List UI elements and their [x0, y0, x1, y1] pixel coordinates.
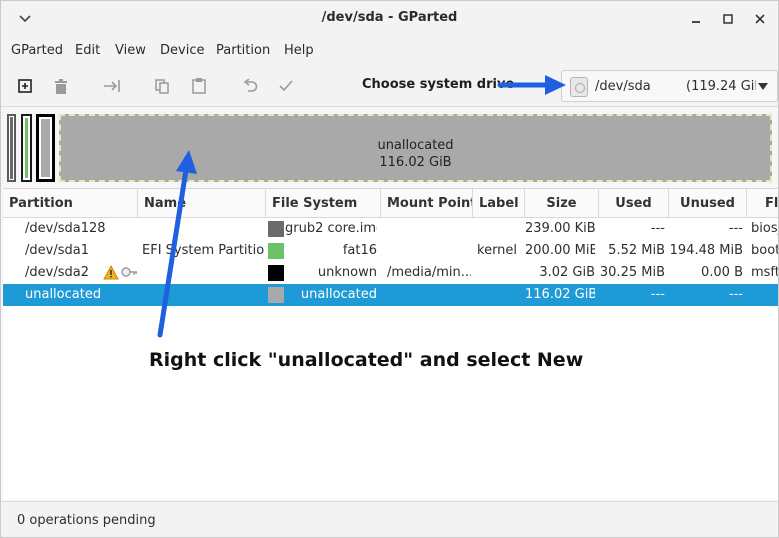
warning-icon: [103, 264, 137, 280]
cell-partition: /dev/sda2: [25, 265, 89, 280]
table-row[interactable]: /dev/sda128 grub2 core.img 239.00 KiB --…: [3, 218, 778, 240]
close-icon[interactable]: [750, 9, 770, 29]
device-selector[interactable]: /dev/sda (119.24 GiB): [561, 70, 778, 102]
menu-edit[interactable]: Edit: [75, 43, 100, 58]
disk-graphic: unallocated 116.02 GiB: [1, 108, 778, 186]
fs-color-swatch: [268, 221, 284, 237]
cell-used: 5.52 MiB: [608, 243, 665, 258]
cell-partition: /dev/sda1: [25, 243, 89, 258]
cell-size: 116.02 GiB: [525, 287, 595, 302]
status-bar: 0 operations pending: [1, 501, 778, 537]
paste-icon[interactable]: [189, 76, 209, 96]
minimize-icon[interactable]: [686, 9, 706, 29]
resize-move-icon[interactable]: [102, 76, 122, 96]
new-icon[interactable]: [15, 76, 35, 96]
menu-help[interactable]: Help: [284, 43, 314, 58]
instruction-annotation: Right click "unallocated" and select New: [149, 349, 584, 371]
device-size: (119.24 GiB): [686, 79, 756, 94]
cell-name: EFI System Partition: [142, 243, 264, 258]
cell-size: 239.00 KiB: [525, 221, 595, 236]
cell-size: 200.00 MiB: [525, 243, 595, 258]
device-path: /dev/sda: [595, 79, 651, 94]
toolbar: Choose system drive /dev/sda (119.24 GiB…: [1, 65, 778, 107]
dropdown-arrow-icon: [758, 83, 768, 90]
column-unused[interactable]: Unused: [669, 189, 747, 218]
title-bar: /dev/sda - GParted: [1, 1, 778, 37]
cell-size: 3.02 GiB: [539, 265, 595, 280]
choose-drive-annotation: Choose system drive: [362, 77, 515, 92]
table-header: Partition Name File System Mount Point L…: [3, 189, 778, 218]
apply-icon[interactable]: [276, 76, 296, 96]
column-file-system[interactable]: File System: [266, 189, 381, 218]
partition-table: Partition Name File System Mount Point L…: [3, 188, 778, 500]
cell-unused: ---: [728, 221, 743, 236]
cell-used: ---: [650, 221, 665, 236]
cell-used: ---: [650, 287, 665, 302]
column-partition[interactable]: Partition: [3, 189, 138, 218]
table-row-unallocated[interactable]: unallocated unallocated 116.02 GiB --- -…: [3, 284, 778, 306]
cell-file-system: unknown: [317, 265, 377, 280]
window-title: /dev/sda - GParted: [321, 10, 458, 25]
partition-block-sda2[interactable]: [36, 114, 55, 182]
column-name[interactable]: Name: [138, 189, 266, 218]
cell-file-system: unallocated: [300, 287, 377, 302]
fs-color-swatch: [268, 265, 284, 281]
cell-unused: ---: [728, 287, 743, 302]
cell-used: 30.25 MiB: [599, 265, 665, 280]
partition-block-sda1[interactable]: [21, 114, 32, 182]
unallocated-block-size: 116.02 GiB: [379, 155, 452, 170]
cell-file-system: fat16: [342, 243, 377, 258]
cell-flags: bios_grub: [751, 221, 778, 236]
maximize-icon[interactable]: [718, 9, 738, 29]
partition-block-unallocated[interactable]: unallocated 116.02 GiB: [59, 114, 772, 182]
menu-partition[interactable]: Partition: [216, 43, 270, 58]
menu-view[interactable]: View: [115, 43, 146, 58]
cell-unused: 194.48 MiB: [669, 243, 743, 258]
column-used[interactable]: Used: [599, 189, 669, 218]
cell-flags: msftdata: [751, 265, 778, 280]
hard-disk-icon: [570, 77, 588, 97]
operations-pending-text: 0 operations pending: [17, 513, 156, 528]
menu-device[interactable]: Device: [160, 43, 204, 58]
delete-icon[interactable]: [51, 76, 71, 96]
unallocated-block-label: unallocated: [377, 138, 454, 153]
table-row[interactable]: /dev/sda2 unknown /media/min... 3.02 GiB…: [3, 262, 778, 284]
table-row[interactable]: /dev/sda1 EFI System Partition fat16 ker…: [3, 240, 778, 262]
cell-unused: 0.00 B: [701, 265, 743, 280]
cell-flags: boot, esp: [751, 243, 778, 258]
column-label[interactable]: Label: [473, 189, 525, 218]
cell-partition: /dev/sda128: [25, 221, 106, 236]
cell-mount-point: /media/min...: [387, 265, 471, 280]
undo-icon[interactable]: [240, 76, 260, 96]
copy-icon[interactable]: [152, 76, 172, 96]
column-size[interactable]: Size: [525, 189, 599, 218]
cell-label: kernel: [477, 243, 518, 258]
column-mount-point[interactable]: Mount Point: [381, 189, 473, 218]
fs-color-swatch: [268, 287, 284, 303]
cell-file-system: grub2 core.img: [285, 221, 377, 236]
cell-partition: unallocated: [25, 287, 102, 302]
gparted-window: /dev/sda - GParted GParted Edit View Dev…: [0, 0, 779, 538]
menu-bar: GParted Edit View Device Partition Help: [1, 37, 778, 65]
partition-block-sda128[interactable]: [7, 114, 16, 182]
mount-status-icons: [103, 262, 139, 284]
menu-gparted[interactable]: GParted: [11, 43, 63, 58]
fs-color-swatch: [268, 243, 284, 259]
column-flags[interactable]: Flags: [747, 189, 778, 218]
